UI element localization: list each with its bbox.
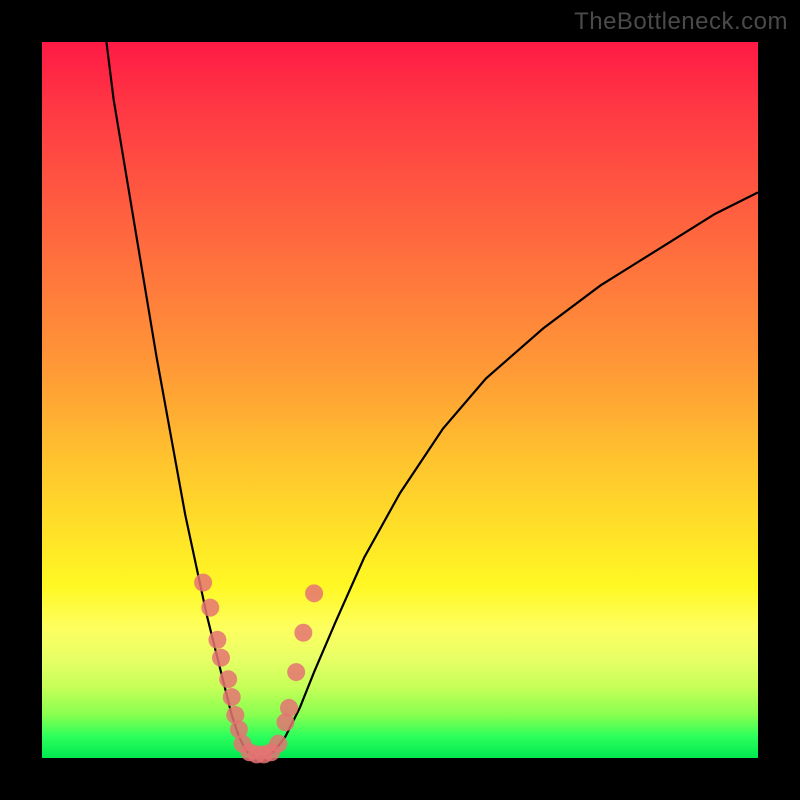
scatter-dot [269, 735, 287, 753]
scatter-dot [223, 688, 241, 706]
scatter-dot [194, 574, 212, 592]
chart-frame: TheBottleneck.com [0, 0, 800, 800]
bottleneck-curve [106, 42, 758, 757]
watermark-text: TheBottleneck.com [574, 8, 788, 36]
plot-area [42, 42, 758, 758]
scatter-dot [305, 584, 323, 602]
scatter-dot [201, 599, 219, 617]
scatter-dot [208, 631, 226, 649]
scatter-dot [287, 663, 305, 681]
scatter-dot [212, 649, 230, 667]
scatter-dot [280, 699, 298, 717]
scatter-dot [219, 670, 237, 688]
chart-svg [42, 42, 758, 758]
scatter-dot [294, 624, 312, 642]
scatter-dots [194, 574, 323, 764]
